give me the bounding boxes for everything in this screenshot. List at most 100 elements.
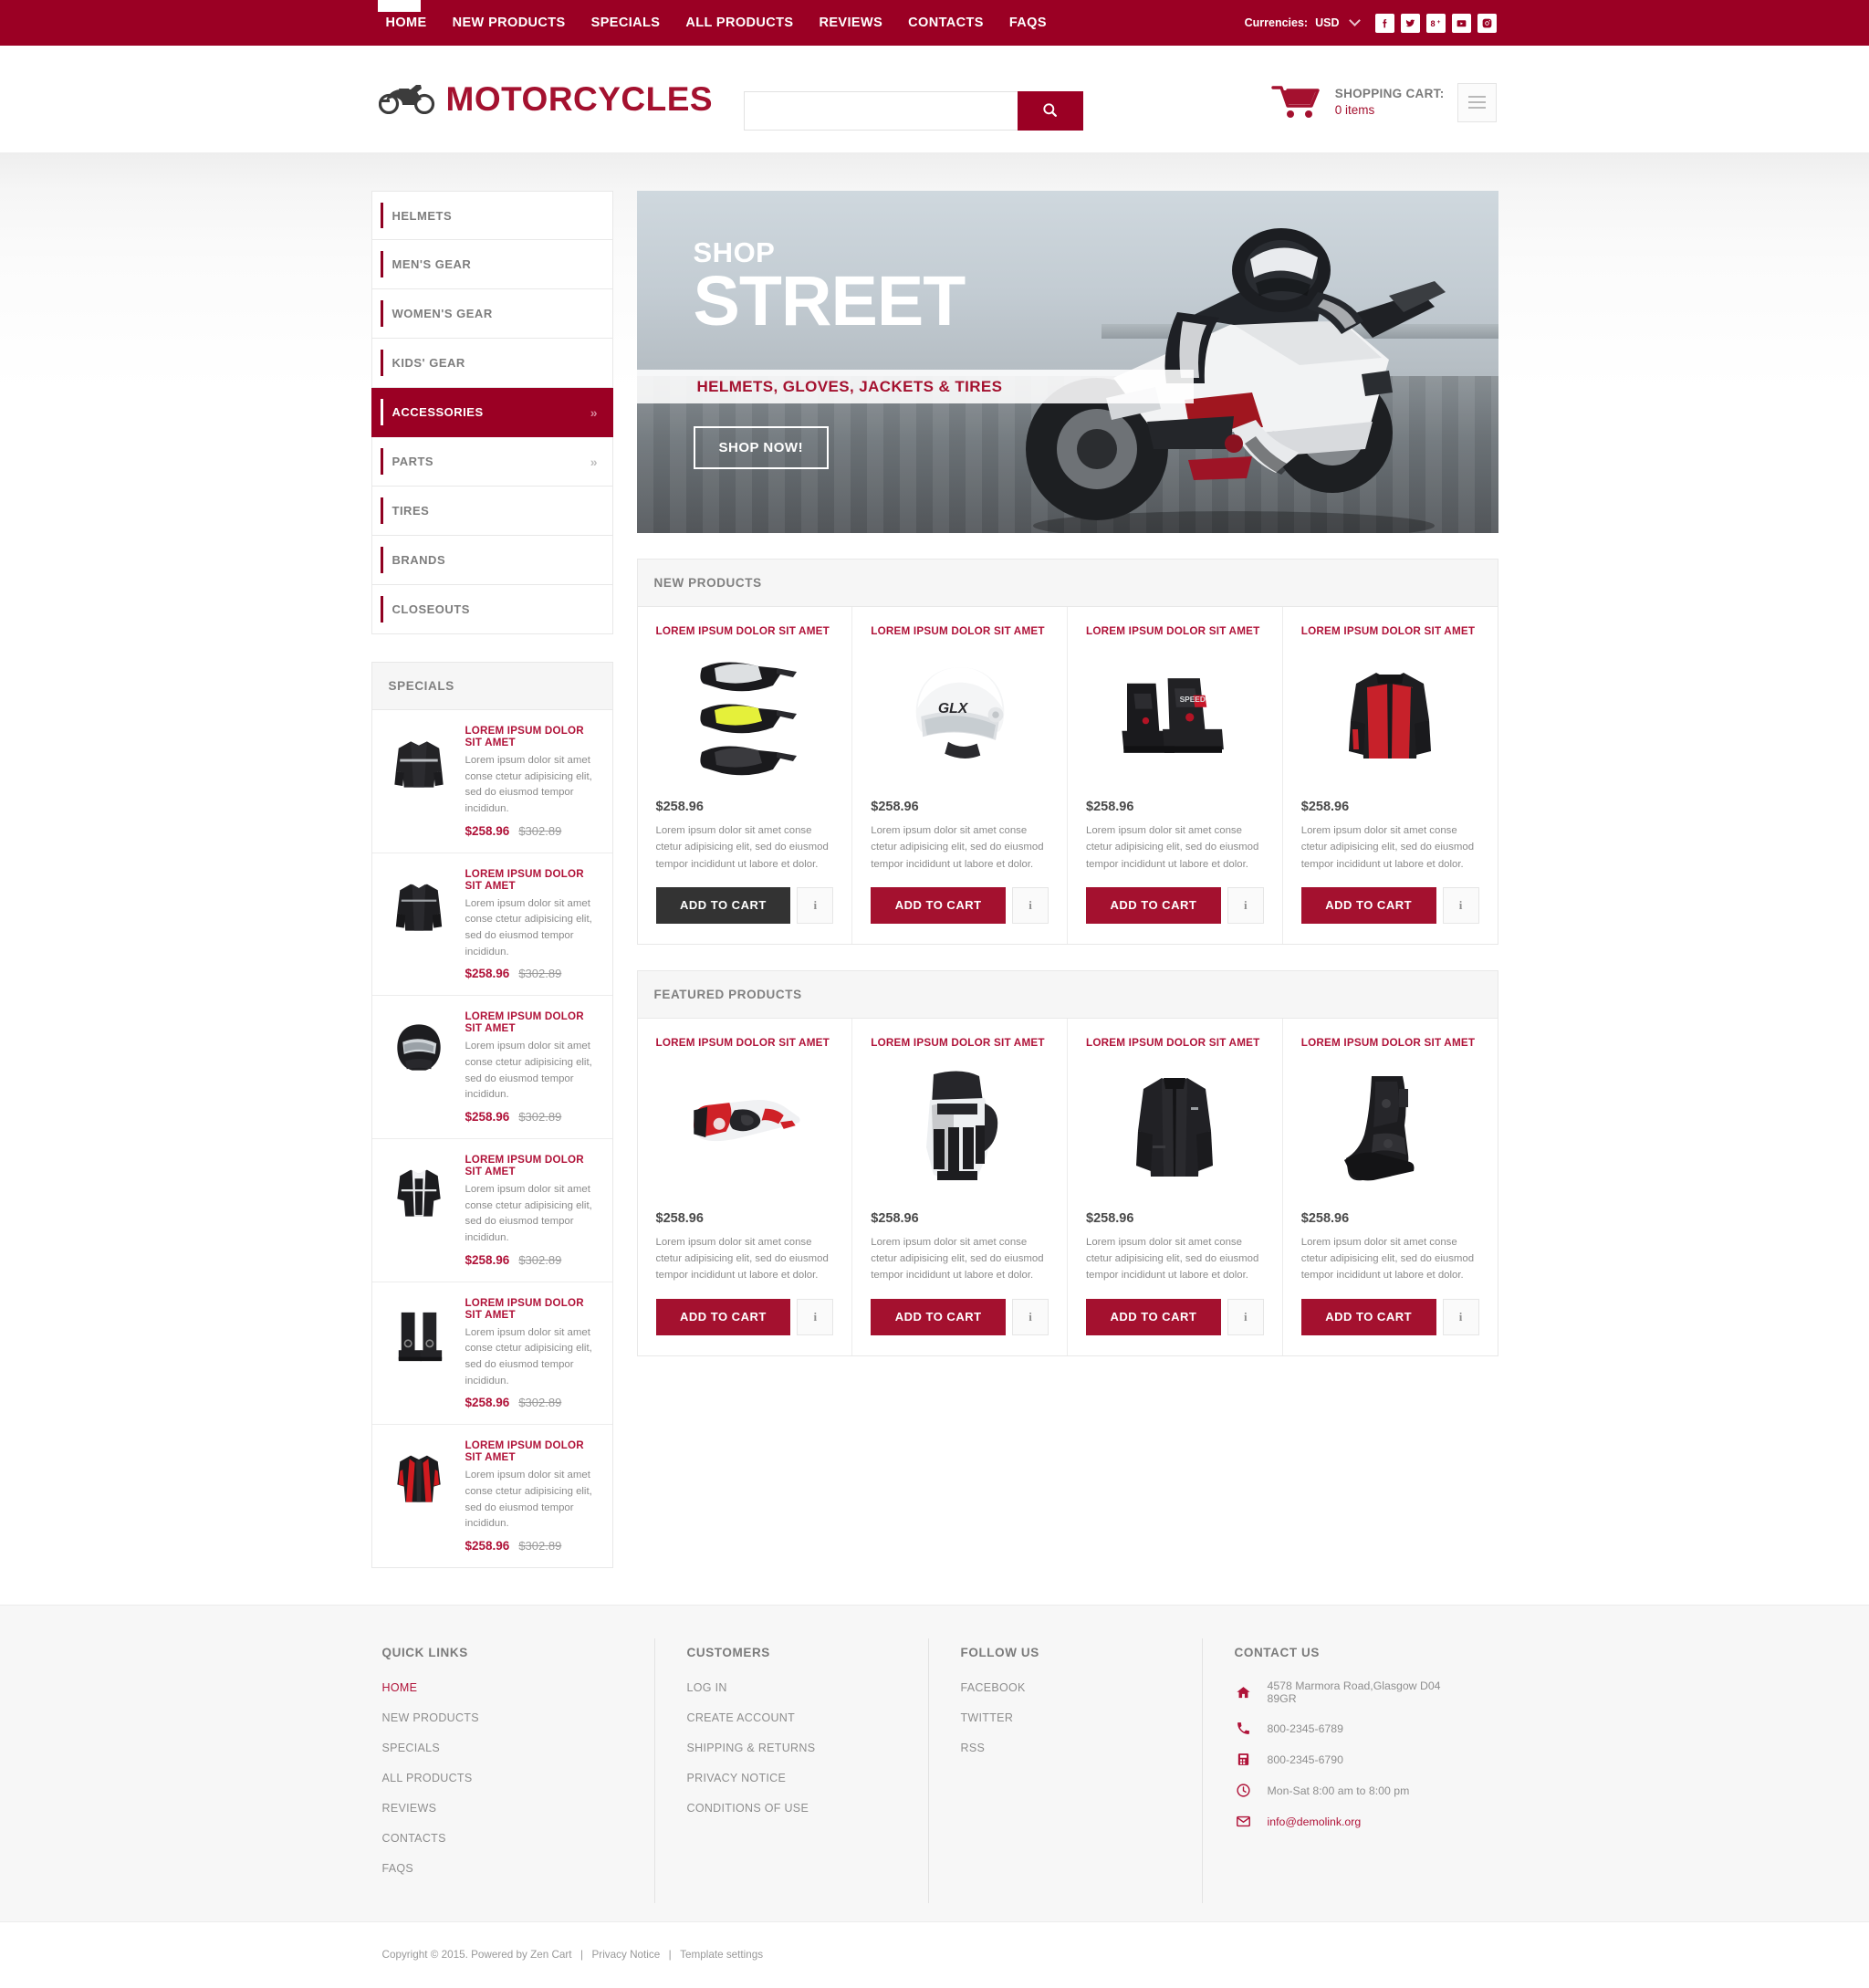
category-item-closeouts[interactable]: CLOSEOUTS (371, 585, 613, 634)
footer-link-contacts[interactable]: CONTACTS (382, 1832, 446, 1845)
special-item[interactable]: LOREM IPSUM DOLOR SIT AMET Lorem ipsum do… (371, 710, 612, 853)
product-image[interactable] (656, 648, 834, 783)
special-item[interactable]: LOREM IPSUM DOLOR SIT AMET Lorem ipsum do… (371, 996, 612, 1140)
footer-link-log-in[interactable]: LOG IN (687, 1681, 727, 1694)
product-image[interactable] (1301, 1060, 1479, 1195)
footer-link-faqs[interactable]: FAQS (382, 1862, 414, 1875)
google-plus-icon[interactable]: 8 + (1425, 13, 1446, 33)
special-description: Lorem ipsum dolor sit amet conse ctetur … (465, 1326, 592, 1386)
fax-icon (1235, 1752, 1253, 1767)
add-to-cart-button[interactable]: ADD TO CART (655, 886, 791, 924)
product-image[interactable] (1301, 648, 1479, 783)
special-item[interactable]: LOREM IPSUM DOLOR SIT AMET Lorem ipsum do… (371, 1282, 612, 1426)
product-title[interactable]: LOREM IPSUM DOLOR SIT AMET (871, 1037, 1049, 1049)
nav-link-reviews[interactable]: REVIEWS (806, 0, 895, 46)
site-logo[interactable]: MOTORCYCLES (378, 79, 714, 119)
add-to-cart-button[interactable]: ADD TO CART (871, 1298, 1006, 1335)
twitter-icon[interactable] (1400, 13, 1420, 33)
add-to-cart-button[interactable]: ADD TO CART (871, 886, 1006, 924)
copyright-bar: Copyright © 2015. Powered by Zen Cart | … (0, 1921, 1869, 1988)
featured-products-grid: LOREM IPSUM DOLOR SIT AMET $258.96 Lorem i… (638, 1018, 1498, 1355)
product-info-button[interactable]: i (1012, 886, 1049, 924)
footer-link-specials[interactable]: SPECIALS (382, 1742, 441, 1754)
privacy-notice-link[interactable]: Privacy Notice (592, 1949, 661, 1961)
category-item-tires[interactable]: TIRES (371, 487, 613, 536)
special-title[interactable]: LOREM IPSUM DOLOR SIT AMET (465, 1010, 600, 1034)
add-to-cart-button[interactable]: ADD TO CART (1300, 886, 1436, 924)
add-to-cart-button[interactable]: ADD TO CART (655, 1298, 791, 1335)
hamburger-menu-button[interactable] (1457, 82, 1497, 122)
footer-link-facebook[interactable]: FACEBOOK (961, 1681, 1026, 1694)
facebook-icon[interactable] (1374, 13, 1394, 33)
product-title[interactable]: LOREM IPSUM DOLOR SIT AMET (656, 1037, 834, 1049)
youtube-icon[interactable] (1451, 13, 1471, 33)
special-item[interactable]: LOREM IPSUM DOLOR SIT AMET Lorem ipsum do… (371, 1139, 612, 1282)
special-item[interactable]: LOREM IPSUM DOLOR SIT AMET Lorem ipsum do… (372, 1425, 612, 1567)
nav-link-faqs[interactable]: FAQS (997, 0, 1060, 46)
special-title[interactable]: LOREM IPSUM DOLOR SIT AMET (465, 1439, 600, 1463)
category-label: KIDS' GEAR (392, 356, 465, 370)
footer-link-new-products[interactable]: NEW PRODUCTS (382, 1711, 479, 1724)
product-image[interactable] (871, 1060, 1049, 1195)
product-price: $258.96 (655, 1210, 704, 1226)
category-item-brands[interactable]: BRANDS (371, 536, 613, 585)
special-title[interactable]: LOREM IPSUM DOLOR SIT AMET (465, 1297, 600, 1321)
category-item-parts[interactable]: PARTS » (371, 437, 613, 487)
product-image[interactable]: GLX (871, 648, 1049, 783)
category-item-kids-gear[interactable]: KIDS' GEAR (371, 339, 613, 388)
product-image[interactable] (1086, 1060, 1264, 1195)
template-settings-link[interactable]: Template settings (680, 1949, 763, 1961)
product-info-button[interactable]: i (1012, 1298, 1049, 1335)
product-title[interactable]: LOREM IPSUM DOLOR SIT AMET (1301, 1037, 1479, 1049)
product-title[interactable]: LOREM IPSUM DOLOR SIT AMET (871, 625, 1049, 637)
search-button[interactable] (1017, 91, 1083, 131)
product-info-button[interactable]: i (1442, 886, 1479, 924)
category-item-men-s-gear[interactable]: MEN'S GEAR (371, 240, 613, 289)
footer-link-rss[interactable]: RSS (961, 1742, 986, 1754)
product-info-button[interactable]: i (1227, 1298, 1264, 1335)
add-to-cart-button[interactable]: ADD TO CART (1300, 1298, 1436, 1335)
product-title[interactable]: LOREM IPSUM DOLOR SIT AMET (1086, 625, 1264, 637)
add-to-cart-button[interactable]: ADD TO CART (1086, 1298, 1221, 1335)
footer-link-all-products[interactable]: ALL PRODUCTS (382, 1772, 473, 1784)
currency-selector[interactable]: Currencies: USD (1245, 15, 1361, 29)
product-title[interactable]: LOREM IPSUM DOLOR SIT AMET (656, 625, 834, 637)
product-title[interactable]: LOREM IPSUM DOLOR SIT AMET (1086, 1037, 1264, 1049)
search-input[interactable] (743, 91, 1018, 131)
product-image[interactable] (656, 1060, 834, 1195)
nav-link-contacts[interactable]: CONTACTS (895, 0, 997, 46)
product-info-button[interactable]: i (1227, 886, 1264, 924)
add-to-cart-button[interactable]: ADD TO CART (1086, 886, 1221, 924)
category-item-accessories[interactable]: ACCESSORIES » (371, 388, 613, 437)
product-image[interactable]: SPEED (1086, 648, 1264, 783)
footer-link-conditions-of-use[interactable]: CONDITIONS OF USE (687, 1802, 809, 1815)
contact-text[interactable]: info@demolink.org (1268, 1815, 1362, 1828)
footer-link-create-account[interactable]: CREATE ACCOUNT (687, 1711, 796, 1724)
category-accent-bar (380, 300, 383, 327)
product-info-button[interactable]: i (797, 886, 834, 924)
footer-link-shipping-returns[interactable]: SHIPPING & RETURNS (687, 1742, 816, 1754)
product-info-button[interactable]: i (797, 1298, 834, 1335)
product-price: $258.96 (871, 800, 919, 814)
category-label: WOMEN'S GEAR (392, 307, 493, 320)
special-title[interactable]: LOREM IPSUM DOLOR SIT AMET (465, 725, 600, 748)
special-title[interactable]: LOREM IPSUM DOLOR SIT AMET (465, 868, 600, 892)
shopping-cart-block[interactable]: SHOPPING CART: 0 items (1271, 82, 1497, 122)
footer-link-reviews[interactable]: REVIEWS (382, 1802, 437, 1815)
footer-link-twitter[interactable]: TWITTER (961, 1711, 1014, 1724)
product-price: $258.96 (655, 800, 704, 814)
special-title[interactable]: LOREM IPSUM DOLOR SIT AMET (465, 1154, 600, 1177)
footer-link-home[interactable]: HOME (382, 1681, 418, 1694)
shop-now-button[interactable]: SHOP NOW! (693, 426, 830, 469)
footer-link-privacy-notice[interactable]: PRIVACY NOTICE (687, 1772, 787, 1784)
nav-link-new-products[interactable]: NEW PRODUCTS (440, 0, 579, 46)
new-products-panel: NEW PRODUCTS LOREM IPSUM DOLOR SIT AMET … (636, 559, 1498, 945)
product-info-button[interactable]: i (1442, 1298, 1479, 1335)
special-item[interactable]: LOREM IPSUM DOLOR SIT AMET Lorem ipsum do… (371, 853, 612, 997)
category-item-helmets[interactable]: HELMETS (371, 191, 613, 240)
instagram-icon[interactable] (1477, 13, 1497, 33)
nav-link-all-products[interactable]: ALL PRODUCTS (673, 0, 806, 46)
nav-link-specials[interactable]: SPECIALS (579, 0, 673, 46)
category-item-women-s-gear[interactable]: WOMEN'S GEAR (371, 289, 613, 339)
product-title[interactable]: LOREM IPSUM DOLOR SIT AMET (1301, 625, 1479, 637)
